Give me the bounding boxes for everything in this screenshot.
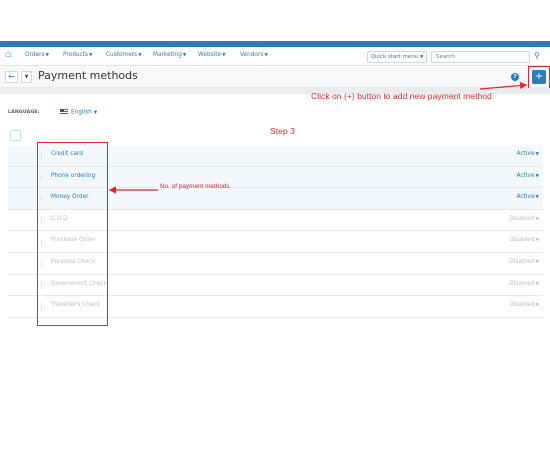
page: ☖ Orders▼ Products▼ Customers▼ Marketing…: [0, 0, 550, 450]
annotation-arrows: [108, 81, 528, 194]
annotation-arrow-to-add-button: [479, 81, 528, 90]
